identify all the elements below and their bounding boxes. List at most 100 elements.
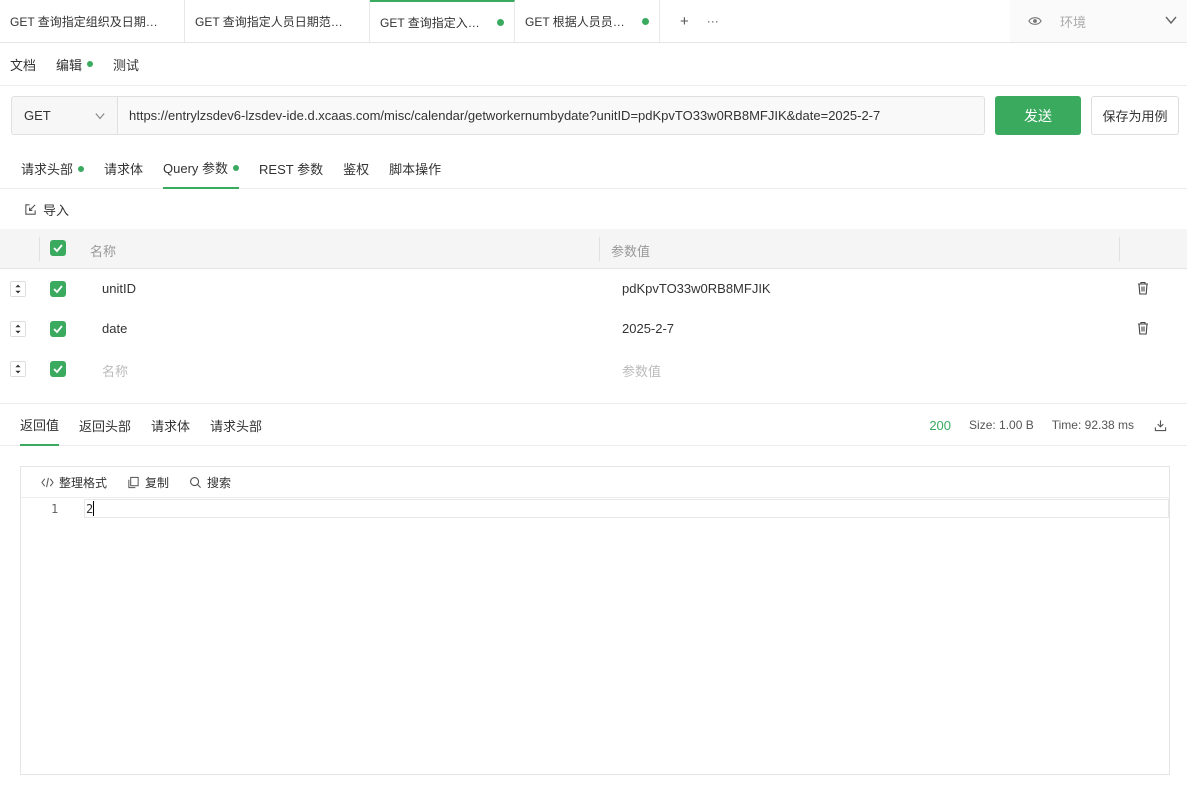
search-button[interactable]: 搜索 (189, 474, 231, 491)
request-tab[interactable]: GET 根据人员员… (515, 0, 660, 42)
method-select[interactable]: GET (11, 96, 117, 135)
send-button[interactable]: 发送 (995, 96, 1081, 135)
param-name-input[interactable]: 名称 (102, 361, 128, 380)
download-icon (1154, 419, 1167, 431)
param-value-input[interactable]: pdKpvTO33w0RB8MFJIK (622, 281, 771, 296)
menu-doc[interactable]: 文档 (10, 55, 36, 74)
more-tabs-icon[interactable]: ··· (707, 14, 719, 28)
tab-request-headers[interactable]: 请求头部 (21, 148, 85, 189)
menu-edit-label: 编辑 (56, 57, 83, 73)
save-as-case-button[interactable]: 保存为用例 (1091, 96, 1179, 135)
request-section-tabs: 请求头部 请求体 Query 参数 REST 参数 鉴权 脚本操作 (0, 148, 1187, 189)
column-divider (1119, 237, 1120, 261)
download-button[interactable] (1154, 419, 1167, 432)
column-header-name: 名称 (90, 244, 117, 259)
response-editor[interactable]: 整理格式 复制 搜索 1 2 (20, 466, 1170, 775)
copy-icon (128, 476, 139, 488)
table-row: date 2025-2-7 (0, 309, 1187, 349)
tab-label: 请求头部 (21, 162, 74, 177)
request-tab[interactable]: GET 查询指定人员日期范… (185, 0, 370, 42)
trash-icon[interactable] (1136, 281, 1150, 295)
modified-dot-icon (78, 165, 85, 172)
param-name-input[interactable]: unitID (102, 281, 136, 296)
request-tab-label: GET 查询指定人员日期范… (195, 14, 343, 29)
unsaved-dot-icon (87, 61, 94, 67)
tab-label: Query 参数 (163, 161, 229, 176)
menu-test[interactable]: 测试 (113, 55, 139, 74)
url-row: GET https://entrylzsdev6-lzsdev-ide.d.xc… (11, 96, 985, 135)
unsaved-dot-icon (642, 17, 649, 25)
format-button[interactable]: 整理格式 (41, 474, 107, 491)
tab-response-headers[interactable]: 返回头部 (79, 404, 131, 446)
search-label: 搜索 (207, 475, 232, 490)
sort-icon (15, 284, 21, 294)
unsaved-dot-icon (497, 18, 504, 26)
request-tab[interactable]: GET 查询指定组织及日期… (0, 0, 185, 42)
check-icon (53, 325, 63, 334)
text-caret (93, 501, 94, 516)
param-value-input[interactable]: 2025-2-7 (622, 321, 674, 336)
editor-toolbar: 整理格式 复制 搜索 (21, 467, 1169, 498)
column-divider (599, 237, 600, 261)
row-enable-checkbox[interactable] (50, 281, 66, 297)
chevron-down-icon (1165, 16, 1177, 25)
import-button[interactable]: 导入 (24, 200, 69, 218)
tab-script[interactable]: 脚本操作 (389, 148, 441, 189)
drag-sort-handle[interactable] (10, 281, 26, 297)
sort-icon (15, 324, 21, 334)
import-label: 导入 (43, 202, 70, 218)
code-icon (41, 477, 54, 487)
environment-label: 环境 (1060, 14, 1087, 30)
request-tab-label: GET 查询指定组织及日期… (10, 14, 158, 29)
request-tab-bar: GET 查询指定组织及日期… GET 查询指定人员日期范… GET 查询指定入…… (0, 0, 1187, 43)
active-line-highlight (84, 499, 1169, 518)
response-meta: 200 Size: 1.00 B Time: 92.38 ms (929, 404, 1187, 446)
search-icon (190, 476, 202, 488)
copy-button[interactable]: 复制 (127, 474, 169, 491)
params-table-header: 名称 参数值 (0, 229, 1187, 269)
select-all-checkbox[interactable] (50, 240, 66, 256)
tab-actions: + ··· (660, 0, 1010, 42)
editor-line: 1 2 (21, 499, 1169, 518)
add-tab-icon[interactable]: + (680, 13, 689, 30)
param-name-input[interactable]: date (102, 321, 127, 336)
tab-auth[interactable]: 鉴权 (343, 148, 369, 189)
tab-query-params[interactable]: Query 参数 (163, 148, 240, 189)
tab-sent-body[interactable]: 请求体 (151, 404, 190, 446)
sort-icon (15, 364, 21, 374)
environment-select[interactable]: 环境 (1010, 0, 1187, 42)
eye-icon (1028, 17, 1042, 25)
row-enable-checkbox[interactable] (50, 321, 66, 337)
tab-response-body[interactable]: 返回值 (20, 404, 60, 446)
drag-sort-handle[interactable] (10, 361, 26, 377)
line-number: 1 (51, 502, 59, 516)
column-header-value: 参数值 (611, 244, 651, 259)
check-icon (53, 285, 63, 294)
chevron-down-icon (95, 113, 105, 120)
tab-request-body[interactable]: 请求体 (104, 148, 143, 189)
request-tab-label: GET 查询指定入… (380, 15, 480, 30)
table-row: unitID pdKpvTO33w0RB8MFJIK (0, 269, 1187, 309)
check-icon (53, 244, 63, 253)
request-tab-label: GET 根据人员员… (525, 14, 625, 29)
row-enable-checkbox[interactable] (50, 361, 66, 377)
response-size: Size: 1.00 B (969, 418, 1034, 432)
menu-edit[interactable]: 编辑 (56, 55, 94, 74)
copy-label: 复制 (145, 475, 170, 490)
table-row-new: 名称 参数值 (0, 349, 1187, 389)
url-input[interactable]: https://entrylzsdev6-lzsdev-ide.d.xcaas.… (117, 96, 985, 135)
request-tab-active[interactable]: GET 查询指定入… (370, 0, 515, 42)
format-label: 整理格式 (59, 475, 108, 490)
trash-icon[interactable] (1136, 321, 1150, 335)
mode-menu: 文档 编辑 测试 (0, 43, 1187, 86)
tab-rest-params[interactable]: REST 参数 (259, 148, 323, 189)
drag-sort-handle[interactable] (10, 321, 26, 337)
response-time: Time: 92.38 ms (1051, 418, 1134, 432)
modified-dot-icon (233, 164, 240, 171)
tab-sent-headers[interactable]: 请求头部 (210, 404, 262, 446)
check-icon (53, 365, 63, 374)
status-code: 200 (929, 417, 952, 433)
response-tabs: 返回值 返回头部 请求体 请求头部 200 Size: 1.00 B Time:… (0, 403, 1187, 446)
column-divider (39, 237, 40, 261)
param-value-input[interactable]: 参数值 (622, 361, 661, 380)
